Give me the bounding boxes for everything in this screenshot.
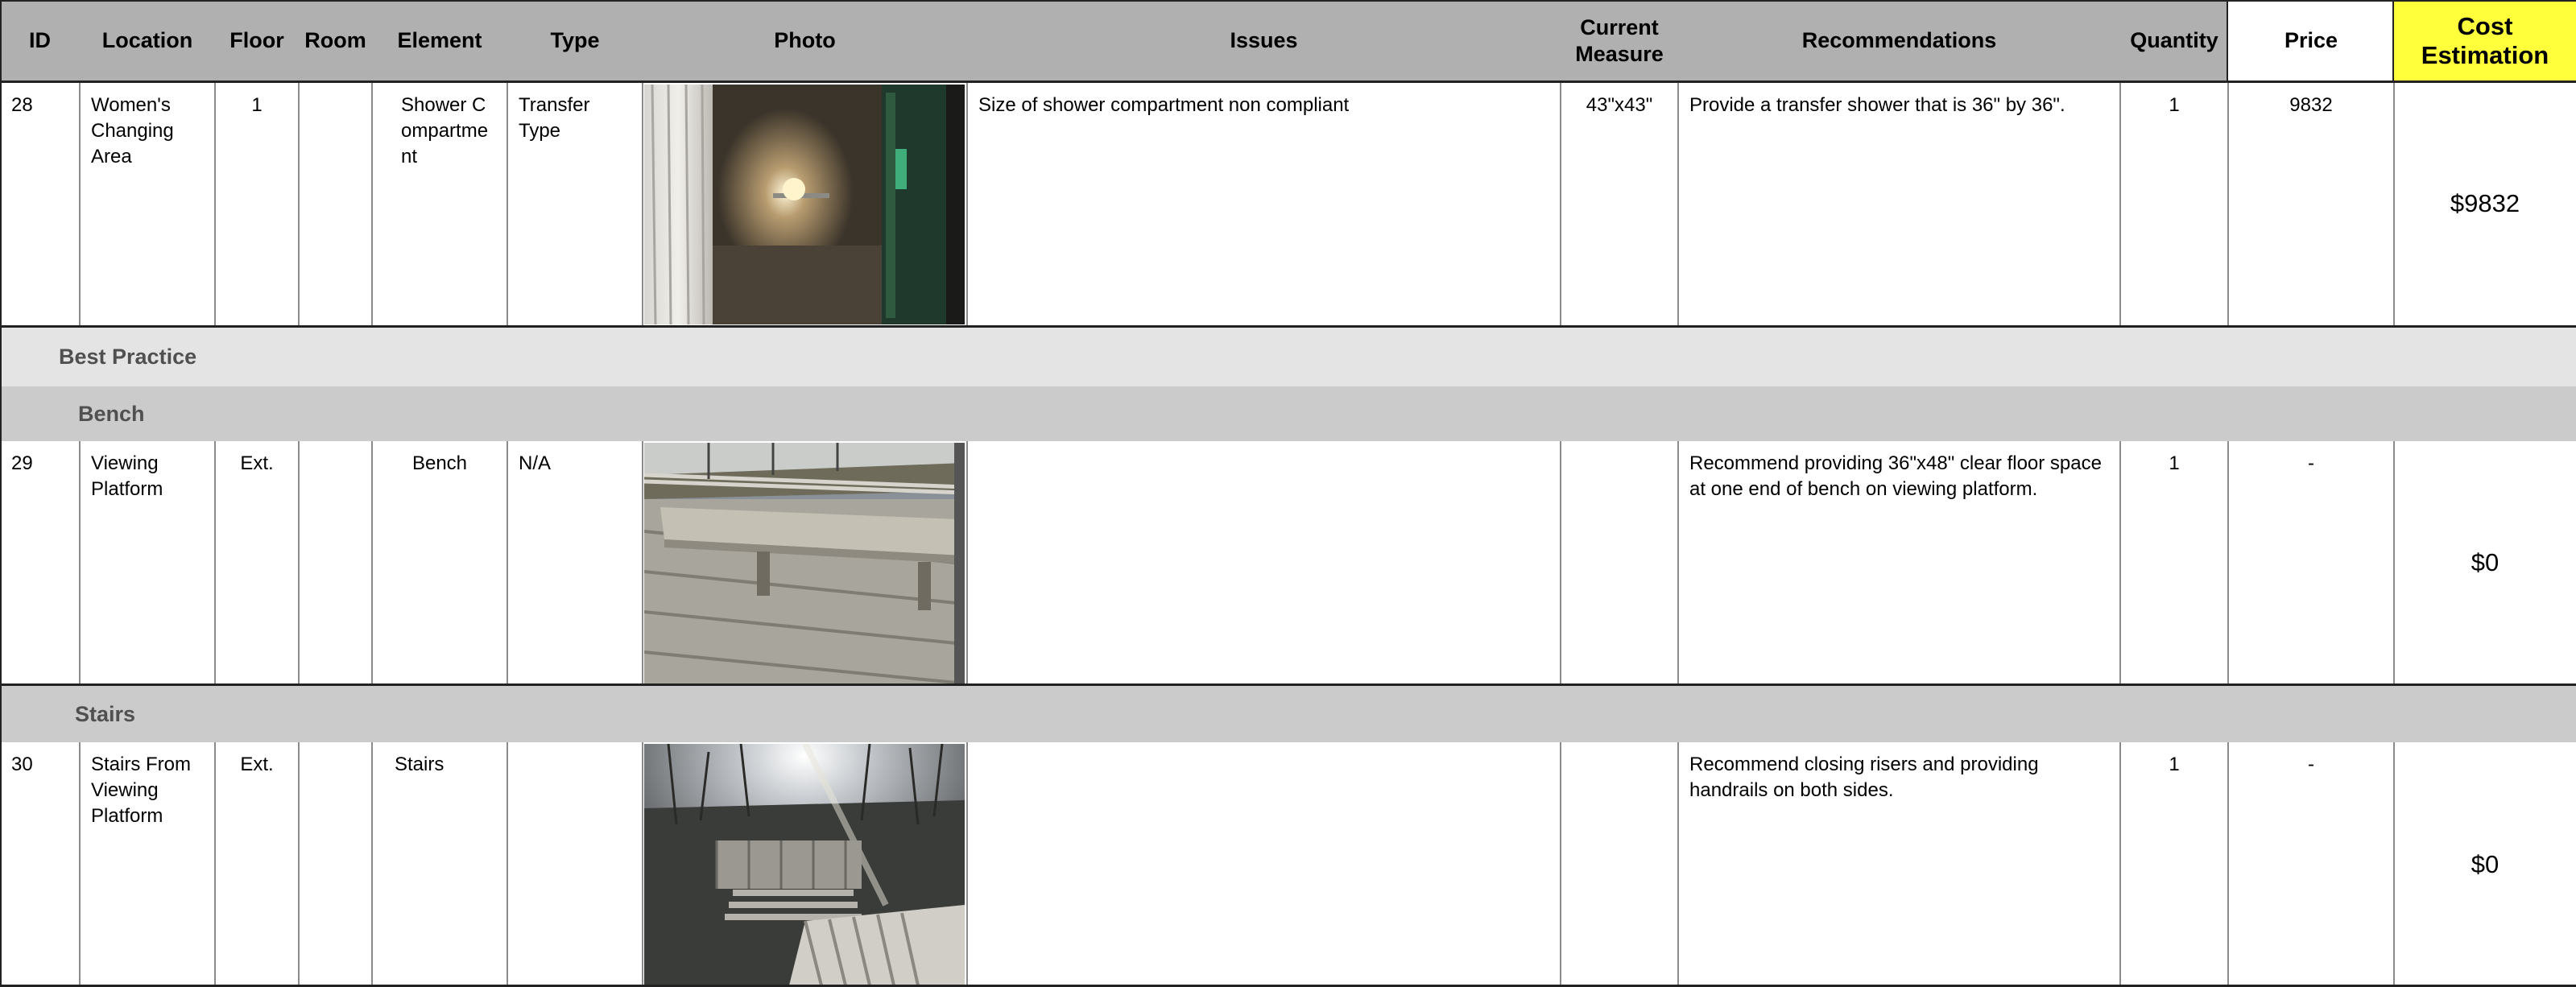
row-30-recommendations: Recommend closing risers and providing h… — [1689, 754, 2039, 801]
col-divider — [642, 83, 643, 325]
col-divider — [1560, 83, 1561, 325]
col-divider — [298, 441, 300, 683]
col-divider — [966, 742, 968, 985]
col-divider — [642, 742, 643, 985]
row-28-recommendations: Provide a transfer shower that is 36" by… — [1689, 94, 2065, 116]
header-id: ID — [0, 0, 80, 81]
row-28-location: Women's Changing Area — [91, 94, 174, 167]
col-divider — [966, 83, 968, 325]
col-divider — [2393, 742, 2395, 985]
row-30-issues — [967, 742, 1561, 987]
row-30-price: - — [2308, 754, 2314, 775]
col-divider — [1677, 83, 1679, 325]
row-30-element: Stairs — [395, 754, 444, 775]
row-29-current-measure — [1561, 441, 1678, 683]
col-divider — [0, 0, 2, 987]
row-28-element: Shower Compartment — [401, 94, 489, 167]
row-28-quantity: 1 — [2169, 94, 2180, 116]
col-divider — [2393, 83, 2395, 325]
section-stairs: Stairs — [0, 686, 2576, 742]
header-room: Room — [299, 0, 372, 81]
col-divider — [79, 742, 81, 985]
col-divider — [642, 441, 643, 683]
row-29-element: Bench — [411, 452, 468, 474]
col-divider — [507, 742, 508, 985]
row-29-price: - — [2308, 452, 2314, 474]
header-current-measure: Current Measure — [1561, 0, 1678, 81]
row-30-type — [507, 742, 643, 987]
row-29-id: 29 — [11, 452, 33, 474]
col-divider — [507, 441, 508, 683]
row-28-current-measure: 43"x43" — [1586, 94, 1653, 116]
col-divider — [214, 83, 216, 325]
col-divider — [2227, 83, 2229, 325]
col-divider — [2227, 441, 2229, 683]
row-28-id: 28 — [11, 94, 33, 116]
header-recommendations: Recommendations — [1678, 0, 2120, 81]
col-divider — [79, 441, 81, 683]
col-divider — [1560, 742, 1561, 985]
col-divider — [371, 742, 373, 985]
header-cost-estimation: Cost Estimation — [2394, 0, 2576, 81]
col-divider — [2392, 0, 2394, 81]
col-divider — [1677, 441, 1679, 683]
col-divider — [2119, 441, 2121, 683]
row-30-current-measure — [1561, 742, 1678, 987]
col-divider — [2393, 441, 2395, 683]
row-30-room — [299, 742, 372, 987]
table-top-border — [0, 0, 2576, 2]
header-location: Location — [80, 0, 215, 81]
row-29-room — [299, 441, 372, 683]
row-28-cost-estimation: $9832 — [2450, 189, 2520, 217]
row-30-location: Stairs From Viewing Platform — [91, 754, 192, 827]
col-divider — [298, 742, 300, 985]
row-29-cost-estimation: $0 — [2471, 547, 2500, 576]
header-price: Price — [2228, 0, 2394, 81]
header-floor: Floor — [215, 0, 299, 81]
col-divider — [1560, 441, 1561, 683]
row-29-recommendations: Recommend providing 36"x48" clear floor … — [1689, 452, 2102, 500]
row-29-type: N/A — [519, 452, 552, 474]
header-type: Type — [507, 0, 643, 81]
row-28-issues: Size of shower compartment non compliant — [978, 94, 1350, 116]
photo-shower-compartment — [644, 85, 965, 324]
row-28-room — [299, 83, 372, 324]
col-divider — [2119, 83, 2121, 325]
row-29-issues — [967, 441, 1561, 683]
header-quantity: Quantity — [2120, 0, 2228, 81]
row-30-quantity: 1 — [2169, 754, 2180, 775]
row-28-type: Transfer Type — [519, 94, 590, 142]
section-best-practice: Best Practice — [0, 328, 2576, 386]
row-29-quantity: 1 — [2169, 452, 2180, 474]
row-29-floor: Ext. — [240, 452, 274, 474]
row-29-location: Viewing Platform — [91, 452, 163, 500]
col-divider — [2227, 742, 2229, 985]
col-divider — [214, 441, 216, 683]
col-divider — [298, 83, 300, 325]
col-divider — [214, 742, 216, 985]
col-divider — [371, 83, 373, 325]
header-element: Element — [372, 0, 507, 81]
photo-bench — [644, 443, 965, 683]
photo-stairs — [644, 744, 965, 985]
header-photo: Photo — [643, 0, 967, 81]
col-divider — [966, 441, 968, 683]
header-issues: Issues — [967, 0, 1561, 81]
col-divider — [1677, 742, 1679, 985]
accessibility-report-table: ID Location Floor Room Element Type Phot… — [0, 0, 2576, 987]
col-divider — [2227, 0, 2228, 81]
col-divider — [2119, 742, 2121, 985]
row-28-floor: 1 — [251, 94, 263, 116]
col-divider — [79, 83, 81, 325]
col-divider — [507, 83, 508, 325]
row-30-id: 30 — [11, 754, 33, 775]
row-30-floor: Ext. — [240, 754, 274, 775]
col-divider — [371, 441, 373, 683]
row-28-price: 9832 — [2289, 94, 2333, 116]
section-bench: Bench — [0, 386, 2576, 441]
row-30-cost-estimation: $0 — [2471, 850, 2500, 878]
